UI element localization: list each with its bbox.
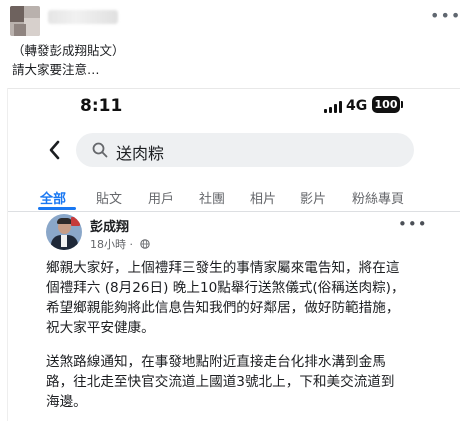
post-text-line: 鄉親大家好，上個禮拜三發生的事情家屬來電告知，將在這 — [46, 260, 400, 276]
signal-icon — [324, 101, 342, 113]
author-avatar[interactable] — [46, 214, 82, 250]
tab-all[interactable]: 全部 — [40, 188, 66, 207]
post-meta: 18小時 · — [90, 236, 150, 252]
network-type: 4G — [346, 98, 368, 114]
status-time: 8:11 — [80, 96, 123, 116]
avatar[interactable] — [10, 6, 40, 36]
tab-pages[interactable]: 粉絲專頁 — [352, 188, 404, 207]
tab-videos[interactable]: 影片 — [300, 188, 326, 207]
tab-groups[interactable]: 社團 — [199, 188, 225, 207]
post-text-line: 個禮拜六 (8月26日) 晚上10點舉行送煞儀式(俗稱送肉粽)， — [46, 280, 405, 296]
battery-tip — [401, 101, 403, 108]
active-tab-indicator — [38, 207, 76, 210]
globe-icon — [139, 239, 150, 249]
post-text-line: 海邊。 — [46, 394, 87, 410]
chevron-left-icon — [49, 140, 60, 160]
post-text-line: 送煞路線通知，在事發地點附近直接走台化排水溝到金馬 — [46, 354, 386, 370]
divider — [8, 211, 460, 212]
post-more-icon[interactable]: ••• — [398, 215, 428, 233]
post-caption: 請大家要注意… — [12, 62, 100, 77]
search-icon — [92, 142, 108, 158]
back-button[interactable] — [46, 138, 64, 162]
tab-posts[interactable]: 貼文 — [96, 188, 122, 207]
tab-photos[interactable]: 相片 — [250, 188, 276, 207]
post-text-line: 路，往北走至快官交流道上國道3號北上，下和美交流道到 — [46, 374, 395, 390]
author-name[interactable]: 彭成翔 — [90, 216, 129, 235]
tab-people[interactable]: 用戶 — [148, 188, 174, 207]
redacted-author-name — [48, 10, 118, 24]
post-text-line: 祝大家平安健康。 — [46, 320, 155, 336]
battery-icon: 100 — [372, 96, 400, 113]
outer-post-header: ••• （轉發彭成翔貼文） 請大家要注意… — [0, 0, 470, 88]
meta-separator: · — [129, 238, 134, 251]
search-query: 送肉粽 — [116, 144, 165, 163]
share-note: （轉發彭成翔貼文） — [12, 43, 125, 58]
post-text-line: 希望鄉親能夠將此信息告知我們的好鄰居，做好防範措施， — [46, 300, 400, 316]
post-time[interactable]: 18小時 — [90, 238, 126, 251]
search-input[interactable]: 送肉粽 — [76, 133, 414, 167]
more-options-icon[interactable]: ••• — [430, 8, 461, 24]
